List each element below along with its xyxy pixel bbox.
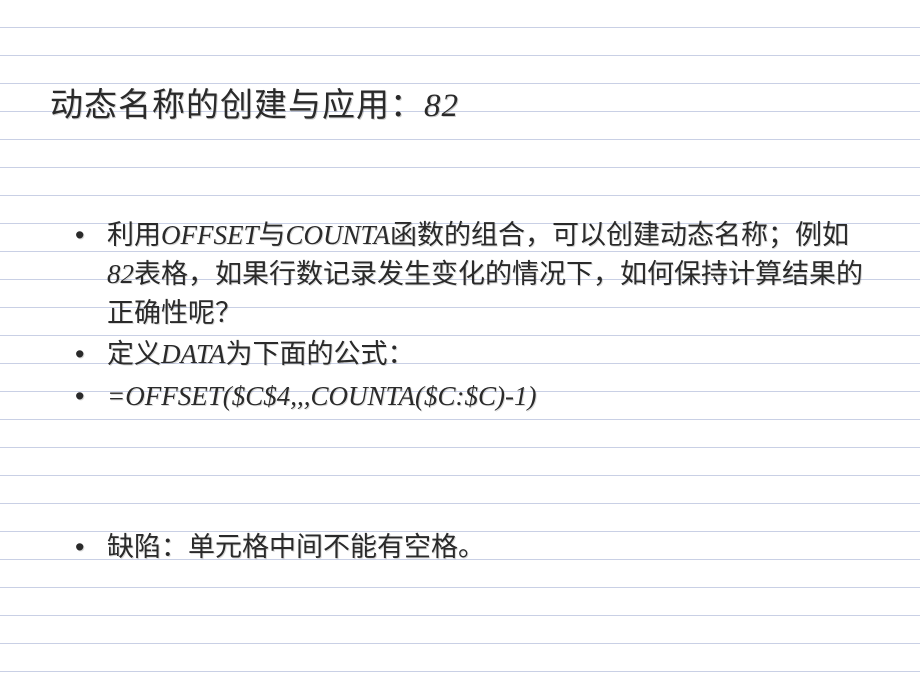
text-segment: COUNTA [286, 220, 391, 250]
bullet-list-main: 利用OFFSET与COUNTA函数的组合，可以创建动态名称；例如 82表格，如果行… [50, 216, 870, 416]
bullet-item: 缺陷：单元格中间不能有空格。 [65, 528, 870, 567]
text-segment: =OFFSET($C$4,,,COUNTA($C:$C)-1) [107, 381, 536, 411]
slide-container: 动态名称的创建与应用：82 利用OFFSET与COUNTA函数的组合，可以创建动… [0, 0, 920, 619]
bullet-item: 利用OFFSET与COUNTA函数的组合，可以创建动态名称；例如 82表格，如果行… [65, 216, 870, 333]
bullet-list-secondary: 缺陷：单元格中间不能有空格。 [50, 528, 870, 567]
text-segment: 表格，如果行数记录发生变化的情况下，如何保持计算结果的正确性呢？ [107, 259, 863, 328]
text-segment: 与 [259, 220, 286, 250]
bullet-item: 定义DATA为下面的公式： [65, 335, 870, 374]
text-segment: 缺陷：单元格中间不能有空格。 [107, 532, 485, 562]
content-spacer [50, 418, 870, 528]
bullet-item: =OFFSET($C$4,,,COUNTA($C:$C)-1) [65, 377, 870, 416]
text-segment: 定义 [107, 339, 161, 369]
text-segment: OFFSET [161, 220, 259, 250]
text-segment: 函数的组合，可以创建动态名称；例如 [390, 220, 849, 250]
title-prefix: 动态名称的创建与应用： [50, 86, 424, 123]
text-segment: 利用 [107, 220, 161, 250]
title-number: 82 [424, 88, 459, 124]
slide-title: 动态名称的创建与应用：82 [50, 78, 870, 126]
text-segment: DATA [161, 339, 226, 369]
text-segment: 为下面的公式： [226, 339, 415, 369]
text-segment: 82 [107, 259, 134, 289]
